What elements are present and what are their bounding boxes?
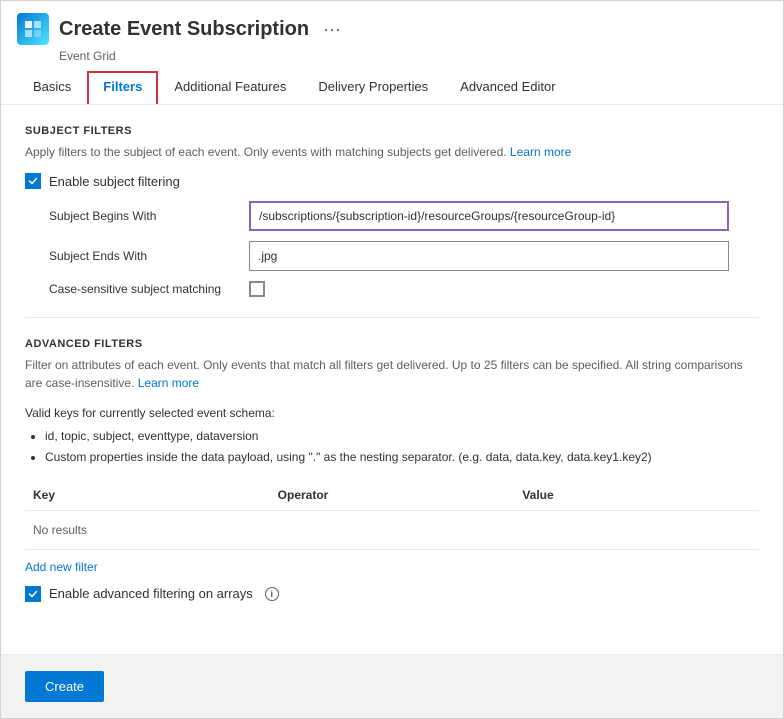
valid-keys-section: Valid keys for currently selected event … <box>25 404 759 468</box>
enable-subject-filtering-label: Enable subject filtering <box>49 174 180 189</box>
table-no-results: No results <box>25 511 759 550</box>
subject-ends-input[interactable] <box>249 241 729 271</box>
subtitle: Event Grid <box>59 49 767 63</box>
subject-begins-label: Subject Begins With <box>49 209 249 223</box>
more-icon[interactable]: ··· <box>323 19 341 40</box>
tab-advanced-editor[interactable]: Advanced Editor <box>444 71 571 104</box>
case-sensitive-label: Case-sensitive subject matching <box>49 282 249 296</box>
case-sensitive-row: Case-sensitive subject matching <box>49 281 759 297</box>
page-title: Create Event Subscription <box>59 18 309 41</box>
subject-ends-label: Subject Ends With <box>49 249 249 263</box>
filters-table-header: Key Operator Value <box>25 480 759 511</box>
enable-subject-filtering-row: Enable subject filtering <box>25 173 759 189</box>
subject-filters-learn-more[interactable]: Learn more <box>510 145 571 159</box>
header: Create Event Subscription ··· Event Grid… <box>1 1 783 105</box>
subject-ends-row: Subject Ends With <box>49 241 759 271</box>
valid-keys-label: Valid keys for currently selected event … <box>25 406 275 420</box>
enable-subject-filtering-checkbox[interactable] <box>25 173 41 189</box>
title-row: Create Event Subscription ··· <box>17 13 767 45</box>
app-icon <box>17 13 49 45</box>
col-value: Value <box>514 488 759 502</box>
footer: Create <box>1 654 783 718</box>
advanced-filters-section: ADVANCED FILTERS Filter on attributes of… <box>25 338 759 602</box>
subject-begins-input[interactable] <box>249 201 729 231</box>
enable-arrays-checkbox[interactable] <box>25 586 41 602</box>
subject-filters-section: SUBJECT FILTERS Apply filters to the sub… <box>25 125 759 297</box>
valid-keys-item-2: Custom properties inside the data payloa… <box>45 448 759 467</box>
tab-delivery[interactable]: Delivery Properties <box>302 71 444 104</box>
tabs-bar: Basics Filters Additional Features Deliv… <box>17 71 767 104</box>
tab-basics[interactable]: Basics <box>17 71 87 104</box>
advanced-filters-desc: Filter on attributes of each event. Only… <box>25 356 759 392</box>
enable-arrays-row: Enable advanced filtering on arrays i <box>25 586 759 602</box>
subject-filters-desc-text: Apply filters to the subject of each eve… <box>25 145 510 159</box>
subject-begins-row: Subject Begins With <box>49 201 759 231</box>
create-button[interactable]: Create <box>25 671 104 702</box>
subject-filters-desc: Apply filters to the subject of each eve… <box>25 143 759 161</box>
info-icon[interactable]: i <box>265 587 279 601</box>
valid-keys-list: id, topic, subject, eventtype, dataversi… <box>45 427 759 467</box>
advanced-filters-desc-text: Filter on attributes of each event. Only… <box>25 358 743 390</box>
tab-filters[interactable]: Filters <box>87 71 158 104</box>
content-area: SUBJECT FILTERS Apply filters to the sub… <box>1 105 783 634</box>
enable-arrays-label: Enable advanced filtering on arrays <box>49 586 253 601</box>
advanced-filters-title: ADVANCED FILTERS <box>25 338 759 350</box>
subject-filters-title: SUBJECT FILTERS <box>25 125 759 137</box>
tab-additional[interactable]: Additional Features <box>158 71 302 104</box>
case-sensitive-checkbox[interactable] <box>249 281 265 297</box>
section-divider <box>25 317 759 318</box>
advanced-filters-learn-more[interactable]: Learn more <box>138 376 199 390</box>
col-operator: Operator <box>270 488 515 502</box>
main-window: Create Event Subscription ··· Event Grid… <box>0 0 784 719</box>
col-key: Key <box>25 488 270 502</box>
add-new-filter-link[interactable]: Add new filter <box>25 560 98 574</box>
valid-keys-item-1: id, topic, subject, eventtype, dataversi… <box>45 427 759 446</box>
